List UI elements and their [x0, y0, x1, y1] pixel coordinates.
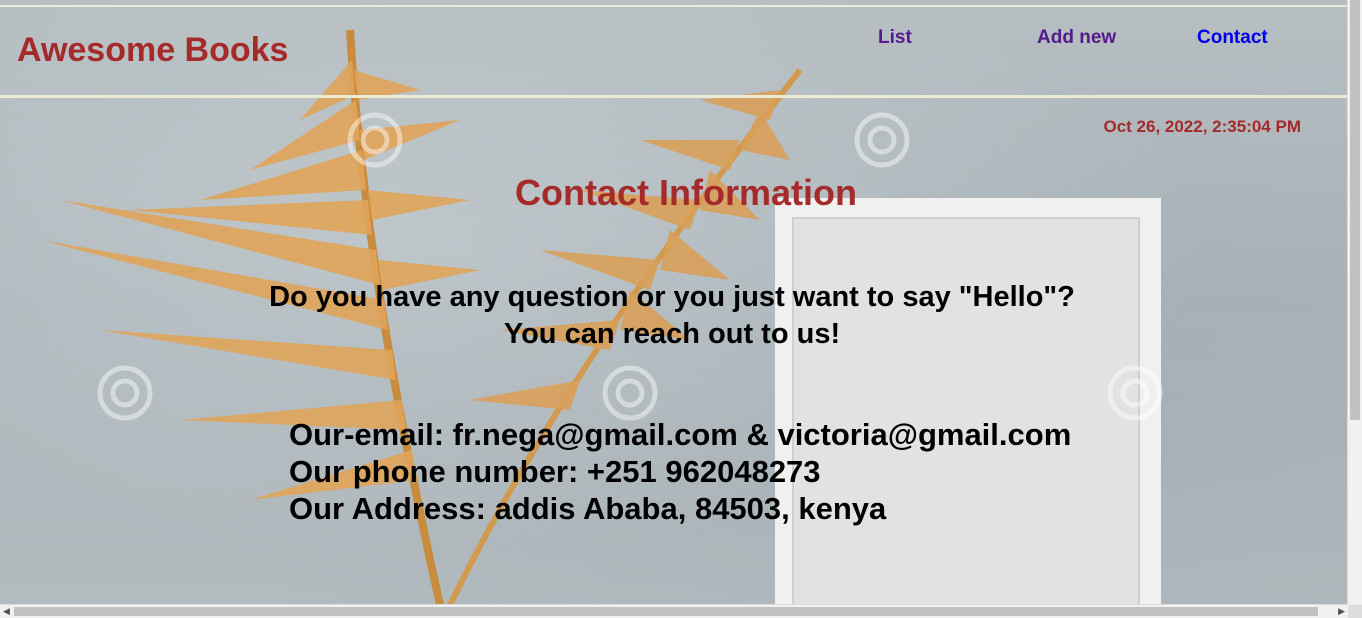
main-nav: List Add new Contact	[0, 27, 1348, 49]
scrollbar-corner	[1348, 605, 1362, 618]
contact-question-line2: You can reach out to us!	[503, 318, 841, 350]
page: Awesome Books List Add new Contact Oct 2…	[0, 0, 1362, 618]
contact-phone: Our phone number: +251 962048273	[289, 454, 821, 489]
contact-title: Contact Information	[515, 172, 857, 213]
vertical-scroll-thumb[interactable]	[1350, 0, 1360, 420]
contact-details: Our-email: fr.nega@gmail.com & victoria@…	[289, 416, 1071, 527]
top-divider	[0, 5, 1348, 7]
nav-link-add-new[interactable]: Add new	[1037, 27, 1116, 49]
header-divider	[0, 95, 1348, 98]
nav-link-contact[interactable]: Contact	[1197, 27, 1268, 49]
nav-link-list[interactable]: List	[878, 27, 912, 49]
right-arrow-icon[interactable]: ▶	[1338, 605, 1345, 618]
horizontal-scroll-thumb[interactable]	[14, 607, 1318, 616]
contact-question: Do you have any question or you just wan…	[0, 279, 1344, 353]
contact-question-line1: Do you have any question or you just wan…	[269, 281, 1075, 313]
contact-address: Our Address: addis Ababa, 84503, kenya	[289, 491, 887, 526]
horizontal-scrollbar[interactable]: ◀ ▶	[0, 604, 1348, 618]
vertical-scrollbar[interactable]	[1347, 0, 1362, 605]
contact-email: Our-email: fr.nega@gmail.com & victoria@…	[289, 417, 1072, 452]
current-datetime: Oct 26, 2022, 2:35:04 PM	[1103, 117, 1301, 136]
left-arrow-icon[interactable]: ◀	[3, 605, 10, 618]
